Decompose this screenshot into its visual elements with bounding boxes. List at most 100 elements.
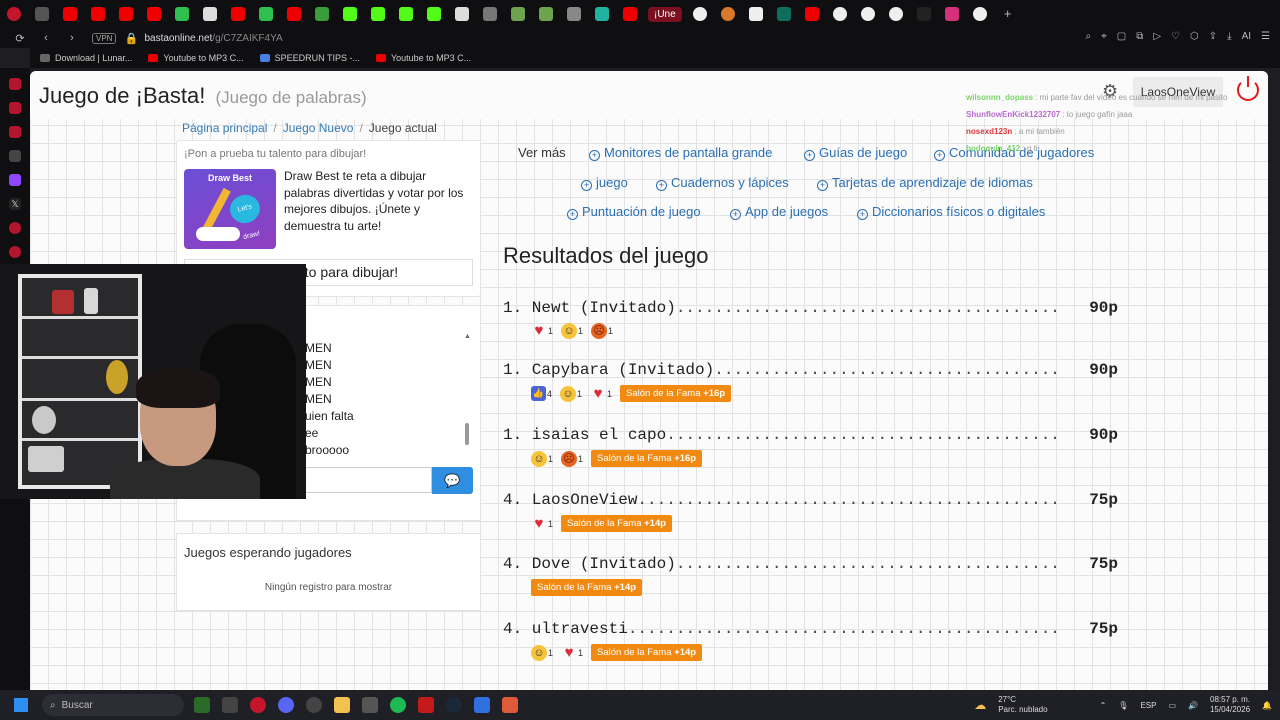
bookmark-item[interactable]: Youtube to MP3 C... [375,53,471,63]
pin-icon[interactable]: ⌖ [1101,31,1107,42]
tab-icon[interactable] [91,7,105,21]
tab-icon[interactable] [804,7,819,21]
tab-icon[interactable] [860,7,875,21]
reaction-laugh[interactable]: ☺ 1 [560,385,582,402]
download-icon[interactable]: ⤓ [1227,31,1231,42]
reaction-heart[interactable]: ♥ 1 [531,323,553,339]
bookmark-item[interactable]: Youtube to MP3 C... [148,53,244,63]
taskbar-app-icon[interactable] [474,697,490,713]
player-name[interactable]: 1. Capybara (Invitado) [503,361,714,379]
taskbar-app-icon[interactable] [306,697,322,713]
chat-scrollbar[interactable]: ▲ [464,333,471,453]
power-icon[interactable] [1237,76,1259,101]
chevron-up-icon[interactable]: ⌃ [1100,701,1107,710]
tab-icon[interactable] [692,7,707,21]
sidebar-app-icon[interactable] [9,102,21,114]
steam-icon[interactable] [446,697,462,713]
player-icon[interactable] [9,222,21,234]
tab-icon[interactable] [623,7,637,21]
weather-widget[interactable]: 27°C Parc. nublado [998,695,1047,715]
player-name[interactable]: 1. Newt (Invitado) [503,299,676,317]
tab-icon[interactable] [175,7,189,21]
folder-icon[interactable] [334,697,350,713]
instagram-icon[interactable] [944,7,959,21]
history-icon[interactable] [9,246,21,258]
tab-icon[interactable] [315,7,329,21]
tab-icon[interactable] [231,7,245,21]
tab-icon[interactable] [203,7,217,21]
forward-icon[interactable]: › [66,32,78,44]
kick-icon[interactable] [371,7,385,21]
sidebar-app-icon[interactable] [9,126,21,138]
reaction-angry[interactable]: ☹ 1 [561,450,583,467]
opera-icon[interactable] [7,7,21,21]
kick-icon[interactable] [427,7,441,21]
breadcrumb-new-game[interactable]: Juego Nuevo [283,121,354,135]
x-icon[interactable]: 𝕏 [9,198,21,210]
active-tab[interactable]: ¡Une [648,6,682,22]
tab-icon[interactable] [539,7,553,21]
reaction-heart[interactable]: ♥ 1 [531,515,553,532]
taskbar-search[interactable]: ⌕ Buscar [42,694,184,716]
opera-taskbar-icon[interactable] [250,697,266,713]
network-icon[interactable]: ▭ [1168,701,1176,710]
scroll-up-icon[interactable]: ▲ [464,333,471,340]
reaction-like[interactable]: 👍 4 [531,386,552,401]
language-indicator[interactable]: ESP [1140,701,1156,710]
taskbar-app-icon[interactable] [502,697,518,713]
related-link[interactable]: + Tarjetas de aprendizaje de idiomas [817,175,1033,191]
kick-icon[interactable] [343,7,357,21]
taskbar-app-icon[interactable] [362,697,378,713]
related-link[interactable]: + Diccionarios físicos o digitales [857,204,1045,220]
tab-icon[interactable] [455,7,469,21]
heart-icon[interactable]: ♡ [1171,31,1180,42]
screenshot-icon[interactable]: ▢ [1117,31,1126,42]
related-link[interactable]: + juego [581,175,628,191]
vpn-badge[interactable]: VPN [92,32,117,44]
tiktok-icon[interactable] [916,7,931,21]
reaction-laugh[interactable]: ☺ 1 [531,644,553,661]
tab-icon[interactable] [287,7,301,21]
discord-icon[interactable] [278,697,294,713]
tab-icon[interactable] [511,7,525,21]
bookmark-item[interactable]: SPEEDRUN TIPS -... [259,53,360,63]
share-icon[interactable]: ⇪ [1209,31,1217,42]
tab-icon[interactable] [259,7,273,21]
clock[interactable]: 08:57 p. m. 15/04/2026 [1210,695,1250,715]
related-link[interactable]: + App de juegos [730,204,828,220]
promo-image[interactable]: Draw Best Let's draw! [184,169,276,249]
related-link[interactable]: + Monitores de pantalla grande [589,145,772,161]
reaction-heart[interactable]: ♥ 1 [590,385,612,402]
extensions-icon[interactable]: ⬡ [1190,31,1199,42]
related-link[interactable]: + Cuadernos y lápices [656,175,789,191]
twitch-icon[interactable] [9,174,21,186]
zoom-icon[interactable]: ⌕ [1086,31,1092,42]
reaction-laugh[interactable]: ☺ 1 [561,323,583,339]
chat-send-button[interactable]: 💬 [432,467,473,494]
reaction-heart[interactable]: ♥ 1 [561,644,583,661]
back-icon[interactable]: ‹ [40,32,52,44]
player-name[interactable]: 4. Dove (Invitado) [503,555,676,573]
spotify-icon[interactable] [390,697,406,713]
windows-start-icon[interactable] [14,698,28,712]
taskbar-app-icon[interactable] [418,697,434,713]
kick-icon[interactable] [399,7,413,21]
taskbar-app-icon[interactable] [222,697,238,713]
breadcrumb-home[interactable]: Página principal [182,121,267,135]
reload-icon[interactable]: ⟳ [14,32,26,45]
tab-icon[interactable] [888,7,903,21]
player-name[interactable]: 4. LaosOneView [503,491,637,509]
tab-icon[interactable] [972,7,987,21]
menu-icon[interactable]: ☰ [1261,31,1270,42]
sidebar-app-icon[interactable] [9,150,21,162]
tab-icon[interactable] [119,7,133,21]
tab-icon[interactable] [567,7,581,21]
related-link[interactable]: + Puntuación de juego [567,204,701,220]
volume-icon[interactable]: 🔊 [1188,701,1198,710]
sidebar-app-icon[interactable] [9,78,21,90]
taskbar-app-icon[interactable] [194,697,210,713]
bookmark-item[interactable]: Download | Lunar... [40,53,132,63]
notifications-icon[interactable]: 🔔 [1262,701,1272,710]
player-name[interactable]: 1. isaias el capo [503,426,666,444]
ai-button[interactable]: AI [1242,31,1251,42]
